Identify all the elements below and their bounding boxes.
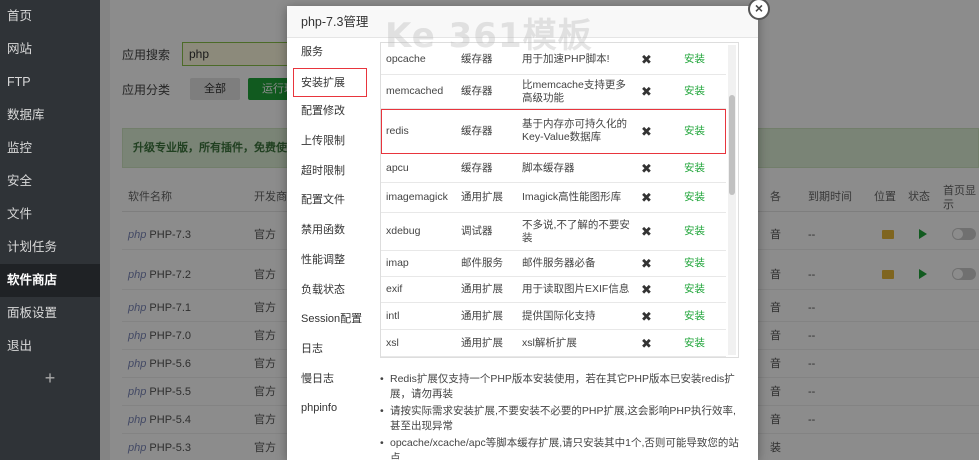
extension-type: 通用扩展	[461, 336, 503, 349]
modal-nav-item[interactable]: Session配置	[287, 305, 369, 335]
not-installed-icon: ✖	[641, 52, 652, 67]
sidebar-item[interactable]: 网站	[0, 33, 100, 66]
not-installed-icon: ✖	[641, 190, 652, 205]
modal-nav-item[interactable]: 配置文件	[287, 186, 369, 216]
sidebar-item[interactable]: 首页	[0, 0, 100, 33]
extensions-scrollbar[interactable]	[728, 45, 736, 355]
extension-name: imagemagick	[386, 191, 448, 203]
extension-row: exif 通用扩展 用于读取图片EXIF信息 ✖ 安装	[381, 277, 726, 303]
extension-name: xdebug	[386, 225, 421, 237]
install-link[interactable]: 安装	[684, 330, 705, 356]
extension-name: redis	[386, 124, 409, 137]
extension-name: imap	[386, 257, 409, 269]
extension-row: apcu 缓存器 脚本缓存器 ✖ 安装	[381, 154, 726, 183]
modal-nav-item[interactable]: 安装扩展	[293, 67, 367, 98]
install-link[interactable]: 安装	[684, 109, 705, 153]
modal-nav-item[interactable]: 上传限制	[287, 127, 369, 157]
notes-list: Redis扩展仅支持一个PHP版本安装使用，若在其它PHP版本已安装redis扩…	[380, 372, 740, 460]
modal-nav-item[interactable]: 日志	[287, 335, 369, 365]
not-installed-icon: ✖	[641, 84, 652, 99]
install-link[interactable]: 安装	[684, 154, 705, 182]
extension-row: memcached 缓存器 比memcache支持更多高级功能 ✖ 安装	[381, 75, 726, 109]
install-link[interactable]: 安装	[684, 45, 705, 74]
extension-row: xsl 通用扩展 xsl解析扩展 ✖ 安装	[381, 330, 726, 357]
modal-nav-item[interactable]: 超时限制	[287, 157, 369, 187]
sidebar: 首页 网站 FTP 数据库 监控 安全 文件 计划任务 软件商店 面板设置 退出 +	[0, 0, 100, 460]
sidebar-item[interactable]: 退出	[0, 330, 100, 363]
extension-desc	[522, 357, 634, 358]
extension-desc: 提供国际化支持	[522, 309, 596, 322]
extension-name: intl	[386, 309, 400, 322]
extension-type: 邮件服务	[461, 257, 503, 269]
not-installed-icon: ✖	[641, 335, 652, 351]
sidebar-item[interactable]: 监控	[0, 132, 100, 165]
add-icon[interactable]: +	[0, 363, 100, 393]
install-link[interactable]: 安装	[684, 357, 705, 358]
not-installed-icon: ✖	[641, 308, 652, 324]
modal-nav-item[interactable]: 服务	[287, 38, 369, 68]
not-installed-icon: ✖	[641, 256, 652, 271]
sidebar-item[interactable]: 文件	[0, 198, 100, 231]
note-item: 请按实际需求安装扩展,不要安装不必要的PHP扩展,这会影响PHP执行效率,甚至出…	[380, 404, 740, 434]
extension-desc: 用于读取图片EXIF信息	[522, 283, 630, 295]
extensions-table: opcache 缓存器 用于加速PHP脚本! ✖ 安装 memcached 缓存器 比memc…	[380, 42, 739, 358]
install-link[interactable]: 安装	[684, 213, 705, 250]
sidebar-item[interactable]: 数据库	[0, 99, 100, 132]
not-installed-icon: ✖	[641, 282, 652, 297]
install-link[interactable]: 安装	[684, 277, 705, 302]
extension-desc: Imagick高性能图形库	[522, 191, 622, 203]
extension-desc: 基于内存亦可持久化的Key-Value数据库	[522, 118, 627, 143]
extension-name: fileinfo	[386, 357, 416, 358]
sidebar-item[interactable]: 面板设置	[0, 297, 100, 330]
extension-desc: 脚本缓存器	[522, 161, 575, 174]
extension-desc: 不多说,不了解的不要安装	[522, 218, 630, 244]
extension-desc: 比memcache支持更多高级功能	[522, 78, 626, 104]
extension-type: 缓存器	[461, 124, 493, 137]
php-manage-modal: php-7.3管理 服务 安装扩展 配置修改 上传限制 超时限制 配置文件 禁用函数 性能调整…	[287, 6, 758, 460]
extension-name: xsl	[386, 336, 399, 349]
sidebar-item[interactable]: 软件商店	[0, 264, 100, 297]
extension-row: xdebug 调试器 不多说,不了解的不要安装 ✖ 安装	[381, 213, 726, 251]
extension-type: 调试器	[461, 225, 493, 237]
not-installed-icon: ✖	[641, 357, 652, 358]
modal-nav-item[interactable]: 慢日志	[287, 365, 369, 395]
scrollbar-thumb[interactable]	[729, 95, 735, 195]
not-installed-icon: ✖	[641, 160, 652, 176]
extension-row: intl 通用扩展 提供国际化支持 ✖ 安装	[381, 303, 726, 330]
extension-row: redis 缓存器 基于内存亦可持久化的Key-Value数据库 ✖ 安装	[381, 109, 726, 154]
note-item: opcache/xcache/apc等脚本缓存扩展,请只安装其中1个,否则可能导…	[380, 436, 740, 460]
modal-nav-item[interactable]: 负载状态	[287, 276, 369, 306]
extension-type: 通用扩展	[461, 357, 503, 358]
watermark-logo: Ke 361模板	[385, 16, 593, 56]
modal-nav-item[interactable]: 配置修改	[287, 97, 369, 127]
modal-nav: 服务 安装扩展 配置修改 上传限制 超时限制 配置文件 禁用函数 性能调整 负载状态 Sessio…	[287, 38, 369, 424]
modal-nav-item[interactable]: phpinfo	[287, 394, 369, 424]
install-link[interactable]: 安装	[684, 75, 705, 108]
extension-row: imagemagick 通用扩展 Imagick高性能图形库 ✖ 安装	[381, 183, 726, 213]
extension-desc: xsl解析扩展	[522, 336, 577, 349]
extension-name: memcached	[386, 85, 444, 97]
not-installed-icon: ✖	[641, 123, 652, 139]
extension-type: 通用扩展	[461, 191, 503, 203]
extension-desc: 邮件服务器必备	[522, 257, 596, 269]
extension-name: apcu	[386, 161, 409, 174]
install-link[interactable]: 安装	[684, 183, 705, 212]
sidebar-item[interactable]: 安全	[0, 165, 100, 198]
extension-row: fileinfo 通用扩展 ✖ 安装	[381, 357, 726, 358]
extension-type: 缓存器	[461, 85, 493, 97]
extension-type: 缓存器	[461, 161, 493, 174]
extension-row: imap 邮件服务 邮件服务器必备 ✖ 安装	[381, 251, 726, 277]
note-item: Redis扩展仅支持一个PHP版本安装使用，若在其它PHP版本已安装redis扩…	[380, 372, 740, 402]
install-link[interactable]: 安装	[684, 303, 705, 329]
not-installed-icon: ✖	[641, 224, 652, 239]
modal-nav-item[interactable]: 性能调整	[287, 246, 369, 276]
install-link[interactable]: 安装	[684, 251, 705, 276]
sidebar-item[interactable]: 计划任务	[0, 231, 100, 264]
sidebar-item[interactable]: FTP	[0, 66, 100, 99]
extension-type: 通用扩展	[461, 283, 503, 295]
extension-name: exif	[386, 283, 403, 295]
extension-type: 通用扩展	[461, 309, 503, 322]
modal-nav-item[interactable]: 禁用函数	[287, 216, 369, 246]
